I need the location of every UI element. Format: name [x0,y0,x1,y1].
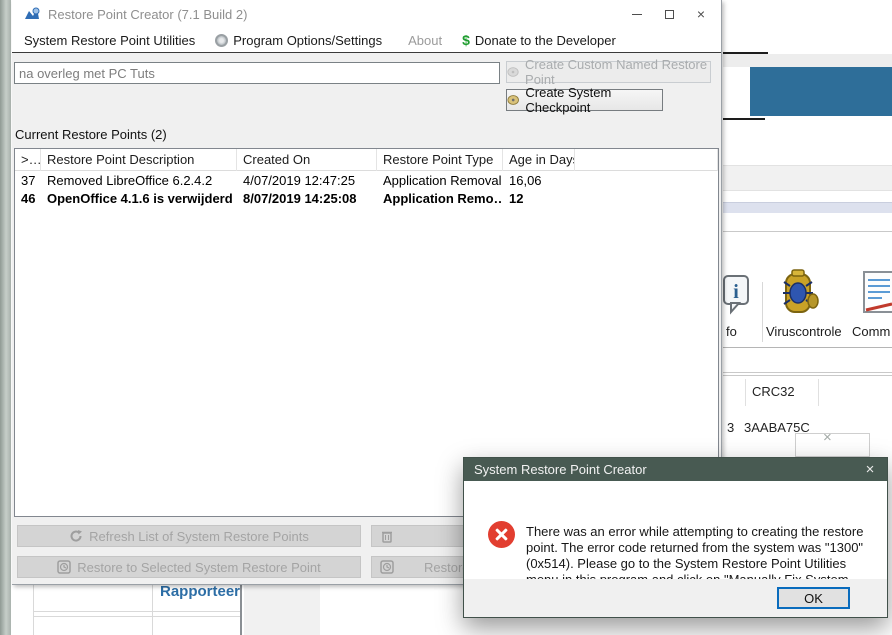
cell-created: 4/07/2019 12:47:25 [237,173,377,188]
gear-icon [215,34,228,47]
info-icon[interactable]: i [723,274,749,318]
background-double-line-2 [723,375,892,376]
background-row-border-1 [33,611,241,612]
create-checkpoint-label: Create System Checkpoint [525,85,662,115]
column-header-type[interactable]: Restore Point Type [377,149,503,171]
comment-icon[interactable] [862,270,892,318]
cell-seq: 37 [15,173,41,188]
menu-program-options[interactable]: Program Options/Settings [209,33,388,48]
background-selected-row [723,202,892,213]
column-header-age[interactable]: Age in Days [503,149,575,171]
background-close-icon[interactable]: × [823,429,832,446]
cell-created: 8/07/2019 14:25:08 [237,191,377,206]
crc-column-sep-right [818,379,819,406]
maximize-icon [665,10,674,19]
app-icon [24,7,40,21]
minimize-icon [632,14,642,15]
background-cell-border-1 [33,585,34,635]
refresh-icon [69,529,83,543]
background-row-border-2 [33,616,241,617]
menu-about[interactable]: About [402,33,448,48]
crc32-column-header[interactable]: CRC32 [752,384,795,399]
restore-selected-label: Restore to Selected System Restore Point [77,560,321,575]
create-system-checkpoint-button[interactable]: Create System Checkpoint [506,89,663,111]
report-link[interactable]: Rapporteer [160,583,240,600]
cell-age: 16,06 [503,173,575,188]
menu-donate[interactable]: $ Donate to the Developer [456,32,622,48]
cell-description: Removed LibreOffice 6.2.4.2 [41,173,237,188]
titlebar: Restore Point Creator (7.1 Build 2) × [12,0,721,28]
current-restore-points-label: Current Restore Points (2) [15,127,167,142]
close-icon: × [866,461,875,478]
table-row[interactable]: 37 Removed LibreOffice 6.2.4.2 4/07/2019… [15,171,718,189]
cell-type: Application Remo… [377,191,503,206]
column-header-description[interactable]: Restore Point Description [41,149,237,171]
cell-age: 12 [503,191,575,206]
maximize-button[interactable] [653,2,685,26]
background-toolbar-divider [723,347,892,348]
background-border-line-mid [723,118,765,120]
cell-description: OpenOffice 4.1.6 is verwijderd [41,191,237,206]
column-header-created[interactable]: Created On [237,149,377,171]
menu-system-restore-utilities[interactable]: System Restore Point Utilities [18,33,201,48]
svg-text:i: i [733,281,739,303]
close-button[interactable]: × [685,2,717,26]
minimize-button[interactable] [621,2,653,26]
ok-button[interactable]: OK [777,587,850,609]
background-toolbar-separator [762,282,763,342]
restore-clock-icon [57,560,71,574]
trash-icon [380,529,394,543]
cell-seq: 46 [15,191,41,206]
info-label[interactable]: fo [726,324,737,339]
background-panel-fragment [795,433,870,457]
dialog-close-button[interactable]: × [853,458,887,481]
window-title: Restore Point Creator (7.1 Build 2) [48,7,621,22]
menu-label: Program Options/Settings [233,33,382,48]
dialog-footer: OK [464,579,887,617]
background-gray-band [723,165,892,191]
restore-to-selected-button[interactable]: Restore to Selected System Restore Point [17,556,361,578]
refresh-restore-points-button[interactable]: Refresh List of System Restore Points [17,525,361,547]
comment-label[interactable]: Comm [852,324,890,339]
background-band-light [723,54,892,67]
background-window-edge [240,585,242,635]
restore-point-name-input[interactable] [14,62,500,84]
restore-disc-icon [507,66,519,78]
dialog-titlebar: System Restore Point Creator × [464,458,887,481]
create-custom-restore-point-button[interactable]: Create Custom Named Restore Point [506,61,711,83]
column-header-seq[interactable]: >… [15,149,41,171]
menubar: System Restore Point Utilities Program O… [12,28,721,53]
crc-column-sep-left [745,379,746,406]
checkpoint-disc-icon [507,94,519,106]
crc-row-prefix: 3 [727,420,734,435]
error-dialog: System Restore Point Creator × There was… [463,457,888,618]
background-double-line-1 [723,372,892,373]
viruscontrole-label[interactable]: Viruscontrole [766,324,842,339]
refresh-label: Refresh List of System Restore Points [89,529,309,544]
background-cell-border-2 [152,585,153,635]
background-blue-band [750,67,892,116]
menu-label: System Restore Point Utilities [24,33,195,48]
viruscontrole-icon[interactable] [780,268,820,320]
cell-type: Application Removal [377,173,503,188]
column-header-filler [575,149,718,171]
caption-buttons: × [621,2,717,26]
menu-label: About [408,33,442,48]
dollar-icon: $ [462,32,470,48]
ok-label: OK [804,591,823,606]
menu-label: Donate to the Developer [475,33,616,48]
table-row[interactable]: 46 OpenOffice 4.1.6 is verwijderd 8/07/2… [15,189,718,207]
dialog-body: There was an error while attempting to c… [464,481,887,581]
restore-clock-icon [380,560,394,574]
dialog-title: System Restore Point Creator [474,462,853,477]
list-header: >… Restore Point Description Created On … [15,149,718,171]
create-custom-label: Create Custom Named Restore Point [525,57,710,87]
background-divider [723,231,892,232]
background-left-strip [0,0,11,635]
background-gray-block [244,585,320,635]
close-icon: × [697,7,705,21]
error-icon [488,521,515,548]
